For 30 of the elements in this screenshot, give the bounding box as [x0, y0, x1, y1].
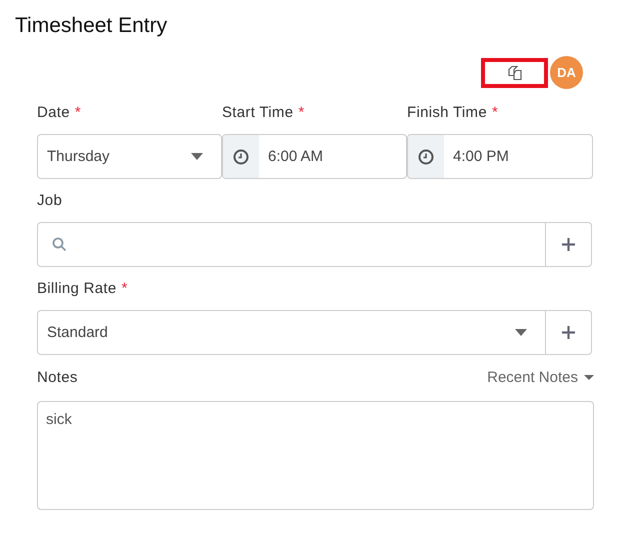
search-icon [52, 237, 67, 252]
add-job-button[interactable] [546, 222, 592, 267]
field-label: Finish Time [407, 104, 487, 121]
plus-icon [562, 326, 575, 339]
required-mark: * [492, 104, 498, 121]
page-title: Timesheet Entry [15, 14, 168, 38]
caret-icon [191, 153, 203, 160]
job-search-field[interactable] [37, 222, 546, 267]
required-mark: * [121, 280, 128, 297]
clock-icon [233, 148, 249, 164]
field-label: Job [37, 192, 62, 209]
clock-icon [418, 148, 434, 164]
required-mark: * [74, 104, 82, 121]
add-rate-button[interactable] [546, 310, 592, 355]
required-mark: * [298, 104, 304, 121]
field-label: Start Time [222, 104, 294, 121]
billing-rate-select[interactable]: Standard [37, 310, 546, 355]
plus-icon [562, 238, 575, 251]
day-select[interactable]: Thursday [37, 134, 222, 179]
copy-button[interactable] [481, 58, 548, 88]
field-label: Date [37, 104, 70, 121]
caret-icon [584, 375, 594, 380]
time-field[interactable]: 6:00 AM [222, 134, 407, 179]
copy-icon [506, 64, 522, 80]
recent-notes-dropdown[interactable]: Recent Notes [487, 369, 594, 386]
caret-icon [515, 329, 527, 336]
notes-textarea[interactable]: sick [37, 401, 594, 510]
time-field[interactable]: 4:00 PM [407, 134, 593, 179]
field-label: Notes [37, 369, 78, 386]
field-label: Billing Rate [37, 280, 116, 297]
